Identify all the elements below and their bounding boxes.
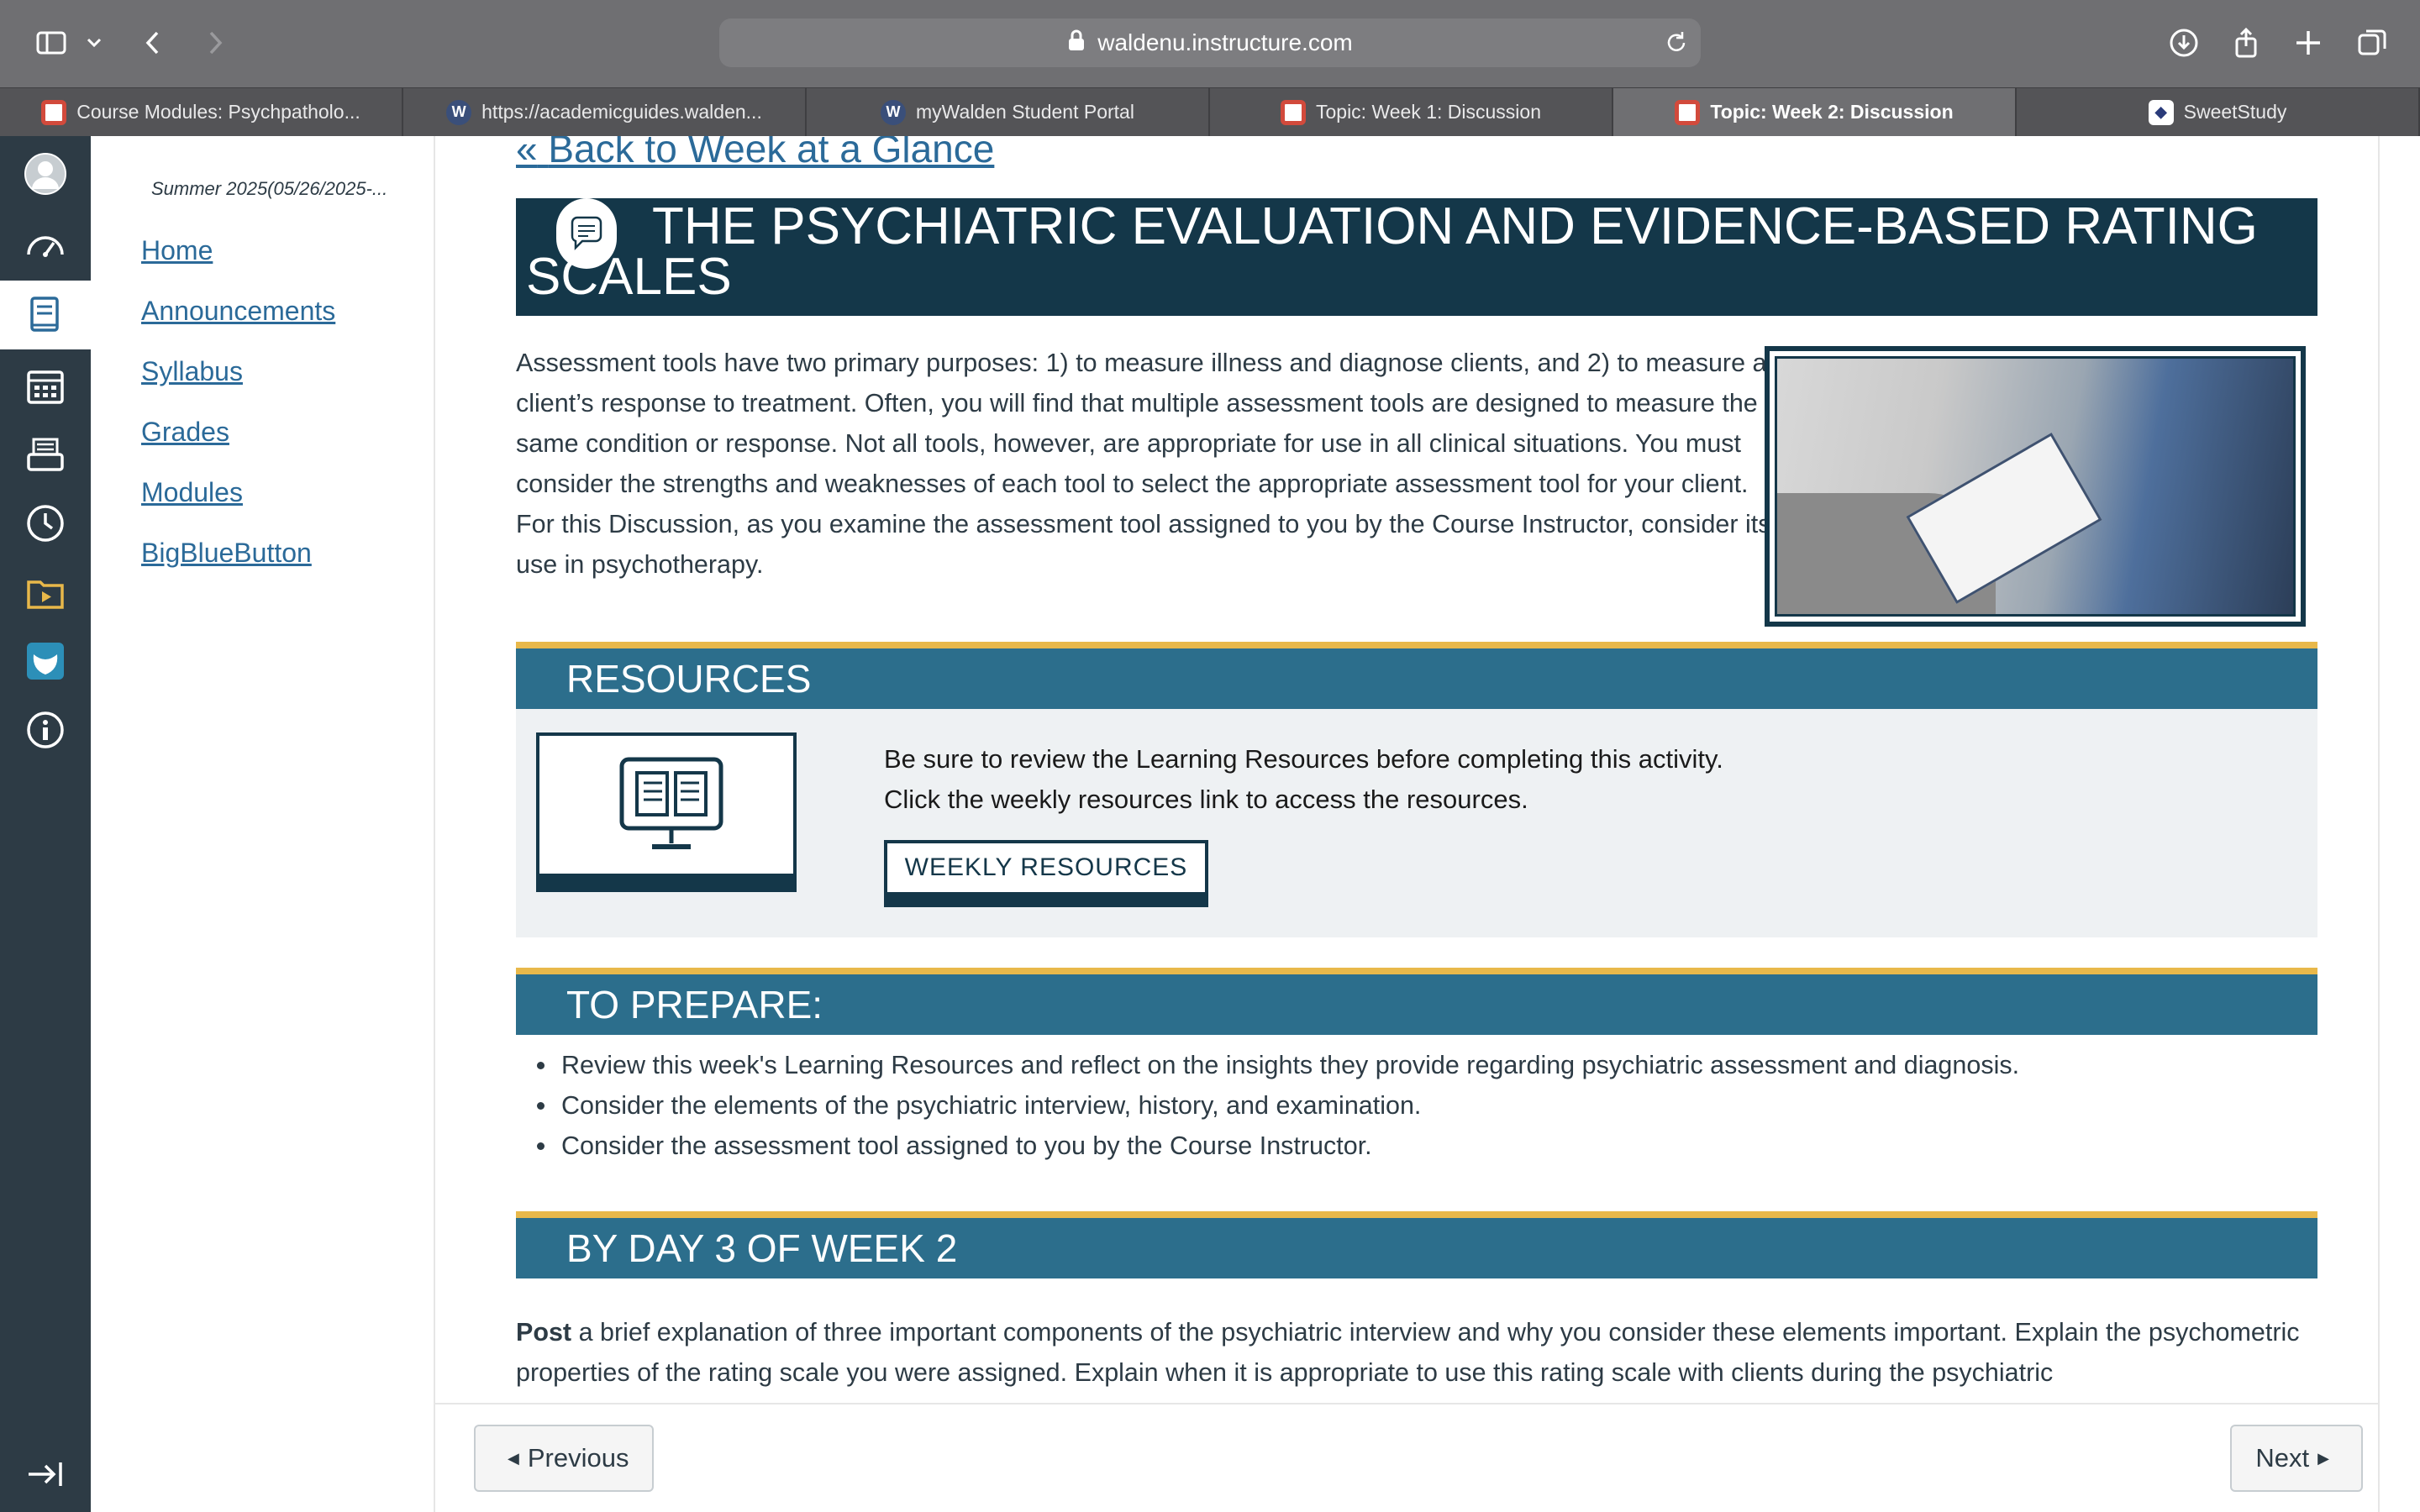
course-nav-announcements[interactable]: Announcements	[141, 296, 335, 327]
back-arrow-icon[interactable]	[133, 22, 175, 64]
list-item: Consider the elements of the psychiatric…	[558, 1085, 2019, 1126]
reload-icon[interactable]	[1662, 29, 1691, 57]
studio-icon[interactable]	[0, 558, 91, 627]
address-bar[interactable]: waldenu.instructure.com	[719, 18, 1701, 67]
course-nav-grades[interactable]: Grades	[141, 417, 229, 448]
tab-label: SweetStudy	[2183, 101, 2287, 123]
history-icon[interactable]	[0, 489, 91, 558]
wordpress-icon: W	[446, 99, 472, 125]
global-nav	[0, 136, 91, 1512]
caret-right-icon: ▶	[2317, 1449, 2329, 1467]
main-content: « Back to Week at a Glance THE PSYCHIATR…	[435, 136, 2378, 1403]
module-footer: ◀ Previous Next ▶	[435, 1403, 2378, 1512]
page-title: THE PSYCHIATRIC EVALUATION AND EVIDENCE-…	[526, 197, 2258, 306]
next-button[interactable]: Next ▶	[2230, 1425, 2363, 1492]
sweetstudy-icon: ◆	[2148, 99, 2174, 125]
course-nav-syllabus[interactable]: Syllabus	[141, 356, 243, 387]
tab-week2-discussion[interactable]: Topic: Week 2: Discussion	[1613, 88, 2017, 136]
previous-button[interactable]: ◀ Previous	[474, 1425, 655, 1492]
tab-label: Topic: Week 1: Discussion	[1315, 101, 1541, 123]
download-icon[interactable]	[2163, 22, 2205, 64]
to-prepare-heading: TO PREPARE:	[516, 968, 2317, 1035]
term-label: Summer 2025(05/26/2025-...	[151, 178, 388, 199]
account-icon[interactable]	[0, 139, 91, 208]
resources-line-2: Click the weekly resources link to acces…	[884, 785, 1528, 814]
clinician-photo	[1765, 346, 2306, 627]
double-chevron-left-icon: «	[516, 136, 538, 171]
course-nav-modules[interactable]: Modules	[141, 477, 243, 508]
back-to-week-link[interactable]: « Back to Week at a Glance	[516, 136, 994, 171]
intro-paragraph: Assessment tools have two primary purpos…	[516, 349, 1771, 579]
lock-icon	[1067, 29, 1086, 57]
next-label: Next	[2255, 1443, 2310, 1473]
dashboard-icon[interactable]	[0, 212, 91, 281]
courses-icon[interactable]	[0, 281, 91, 349]
browser-toolbar: waldenu.instructure.com	[0, 0, 2420, 87]
inbox-icon[interactable]	[0, 420, 91, 489]
help-icon[interactable]	[0, 696, 91, 764]
resources-box: Be sure to review the Learning Resources…	[516, 709, 2317, 937]
tab-label: https://academicguides.walden...	[481, 101, 762, 123]
resources-line-1: Be sure to review the Learning Resources…	[884, 744, 1723, 774]
tab-overview-icon[interactable]	[2351, 22, 2393, 64]
walden-owl-icon[interactable]	[0, 627, 91, 696]
share-icon[interactable]	[2225, 22, 2267, 64]
tab-week1-discussion[interactable]: Topic: Week 1: Discussion	[1210, 88, 1613, 136]
calendar-icon[interactable]	[0, 351, 91, 420]
back-link-label: Back to Week at a Glance	[548, 136, 995, 171]
day3-heading: BY DAY 3 OF WEEK 2	[516, 1211, 2317, 1278]
weekly-resources-button[interactable]: WEEKLY RESOURCES	[884, 840, 1208, 907]
post-bold: Post	[516, 1318, 572, 1347]
post-text: a brief explanation of three important c…	[516, 1318, 2300, 1387]
canvas-icon	[1280, 99, 1306, 125]
resources-text: Be sure to review the Learning Resources…	[884, 739, 1723, 820]
address-url: waldenu.instructure.com	[1097, 29, 1353, 55]
caret-left-icon: ◀	[508, 1449, 519, 1467]
prepare-list: Review this week's Learning Resources an…	[558, 1045, 2019, 1166]
page-banner: THE PSYCHIATRIC EVALUATION AND EVIDENCE-…	[516, 198, 2317, 316]
list-item: Consider the assessment tool assigned to…	[558, 1126, 2019, 1166]
canvas-icon	[1675, 99, 1701, 125]
tab-label: Course Modules: Psychpatholo...	[76, 101, 360, 123]
post-paragraph: Post a brief explanation of three import…	[516, 1312, 2317, 1393]
tab-label: Topic: Week 2: Discussion	[1710, 101, 1954, 123]
course-nav-bigbluebutton[interactable]: BigBlueButton	[141, 538, 312, 569]
content-right-gutter	[2378, 136, 2420, 1512]
new-tab-icon[interactable]	[2287, 22, 2329, 64]
tab-course-modules[interactable]: Course Modules: Psychpatholo...	[0, 88, 403, 136]
course-nav-home[interactable]: Home	[141, 235, 213, 266]
canvas-icon	[41, 99, 67, 125]
computer-book-icon	[536, 732, 797, 892]
collapse-icon[interactable]	[0, 1440, 91, 1509]
wordpress-icon: W	[881, 99, 907, 125]
chevron-down-icon[interactable]	[77, 22, 111, 64]
course-nav: Summer 2025(05/26/2025-... Home Announce…	[91, 136, 435, 1512]
tab-academic-guides[interactable]: W https://academicguides.walden...	[403, 88, 807, 136]
tab-label: myWalden Student Portal	[916, 101, 1134, 123]
forward-arrow-icon[interactable]	[193, 22, 235, 64]
tab-bar: Course Modules: Psychpatholo... W https:…	[0, 87, 2420, 136]
tab-sweetstudy[interactable]: ◆ SweetStudy	[2017, 88, 2420, 136]
resources-heading: RESOURCES	[516, 642, 2317, 709]
tab-mywalden[interactable]: W myWalden Student Portal	[807, 88, 1210, 136]
list-item: Review this week's Learning Resources an…	[558, 1045, 2019, 1085]
sidebar-toggle-icon[interactable]	[30, 22, 72, 64]
previous-label: Previous	[527, 1443, 629, 1473]
